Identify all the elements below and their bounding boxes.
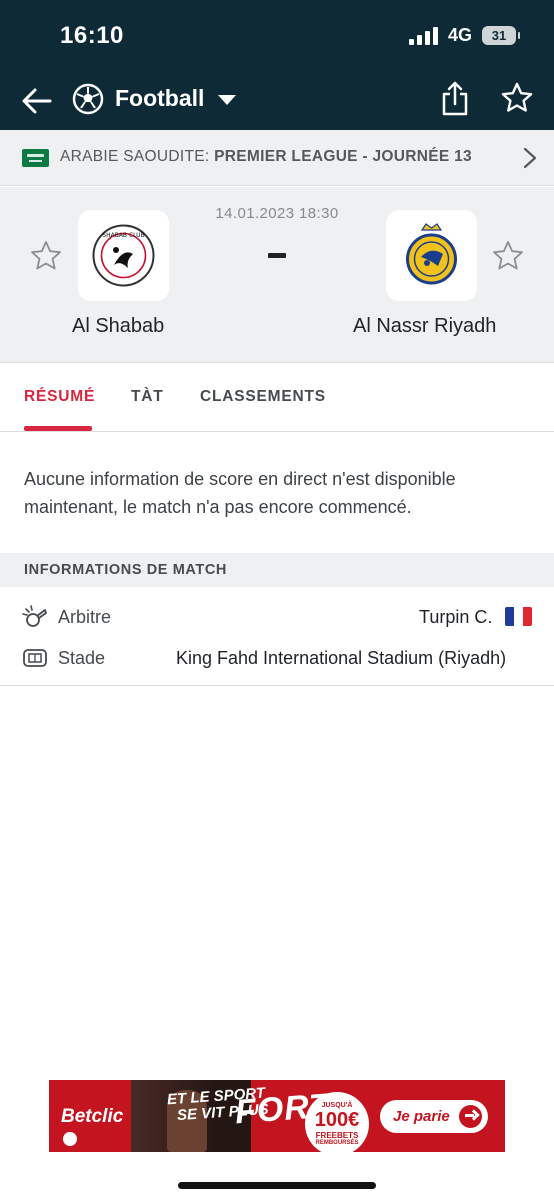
battery-level: 31 xyxy=(491,28,507,43)
ad-brand: Betclic xyxy=(61,1106,124,1127)
ad-badge-bottom: REMBOURSÉS xyxy=(315,1140,359,1146)
no-live-info-message: Aucune information de score en direct n'… xyxy=(24,469,456,517)
france-flag-icon xyxy=(505,607,532,626)
status-indicators: 4G 31 xyxy=(408,25,520,46)
stadium-icon xyxy=(23,649,47,667)
venue-label: Stade xyxy=(58,648,106,668)
svg-text:SHABAB CLUB: SHABAB CLUB xyxy=(102,232,144,239)
tab-classements[interactable]: CLASSEMENTS xyxy=(200,388,326,406)
al-shabab-logo-icon: SHABAB CLUB xyxy=(92,224,155,287)
arrow-right-icon xyxy=(459,1105,482,1128)
battery-icon: 31 xyxy=(482,26,520,45)
match-tabs: RÉSUMÉ TÀT CLASSEMENTS xyxy=(0,364,554,432)
home-favorite-star-icon[interactable] xyxy=(29,239,63,273)
chevron-right-icon[interactable] xyxy=(522,146,538,170)
ad-cta-button[interactable]: Je parie xyxy=(380,1100,488,1133)
match-info-header: INFORMATIONS DE MATCH xyxy=(0,553,554,587)
referee-row: Arbitre Turpin C. xyxy=(0,596,554,638)
saudi-arabia-flag-icon xyxy=(22,149,49,167)
tab-tat[interactable]: TÀT xyxy=(131,388,164,406)
match-info-heading: INFORMATIONS DE MATCH xyxy=(24,562,227,578)
league-competition: PREMIER LEAGUE - JOURNÉE 13 xyxy=(214,148,472,165)
tab-resume[interactable]: RÉSUMÉ xyxy=(24,388,95,406)
top-navigation-bar: Football xyxy=(0,72,554,130)
home-indicator[interactable] xyxy=(178,1182,376,1189)
away-team-logo[interactable] xyxy=(386,210,477,301)
divider xyxy=(0,685,554,686)
venue-name: King Fahd International Stadium (Riyadh) xyxy=(176,648,507,668)
chevron-down-icon[interactable] xyxy=(218,95,236,105)
favorite-star-icon[interactable] xyxy=(500,81,534,115)
home-team-logo[interactable]: SHABAB CLUB xyxy=(78,210,169,301)
status-time: 16:10 xyxy=(60,22,124,49)
ad-badge-freebets: FREEBETS xyxy=(315,1131,359,1140)
al-nassr-logo-icon xyxy=(406,223,457,285)
network-type: 4G xyxy=(447,25,472,45)
back-arrow-icon[interactable] xyxy=(18,82,56,120)
whistle-icon xyxy=(22,605,47,627)
cellular-signal-icon xyxy=(408,26,438,45)
share-icon[interactable] xyxy=(440,80,470,118)
sport-selector-label[interactable]: Football xyxy=(115,85,204,112)
referee-name: Turpin C. xyxy=(419,607,493,627)
away-team-name[interactable]: Al Nassr Riyadh xyxy=(353,315,496,338)
home-team-name[interactable]: Al Shabab xyxy=(72,315,164,338)
away-favorite-star-icon[interactable] xyxy=(491,239,525,273)
age-restriction-icon xyxy=(63,1132,77,1146)
soccer-ball-icon[interactable] xyxy=(72,83,104,115)
league-link[interactable]: ARABIE SAOUDITE: PREMIER LEAGUE - JOURNÉ… xyxy=(0,130,554,186)
league-title: ARABIE SAOUDITE: PREMIER LEAGUE - JOURNÉ… xyxy=(60,148,472,166)
status-bar: 16:10 4G 31 xyxy=(0,0,554,72)
ad-badge-amount: 100€ xyxy=(314,1109,360,1131)
match-header: 14.01.2023 18:30 SHABAB CLUB Al Shabab A… xyxy=(0,187,554,363)
betclic-ad-banner[interactable]: Betclic ET LE SPORT SE VIT PLUS FORT JUS… xyxy=(49,1080,505,1152)
league-country: ARABIE SAOUDITE: xyxy=(60,148,210,165)
score-separator xyxy=(268,253,286,258)
active-tab-indicator xyxy=(24,426,92,431)
referee-label: Arbitre xyxy=(58,607,112,627)
ad-cta-label: Je parie xyxy=(393,1108,450,1125)
venue-row: Stade King Fahd International Stadium (R… xyxy=(0,637,554,679)
ad-offer-badge: JUSQU'À 100€ FREEBETS REMBOURSÉS xyxy=(305,1092,369,1152)
ad-badge-top: JUSQU'À xyxy=(321,1102,353,1109)
